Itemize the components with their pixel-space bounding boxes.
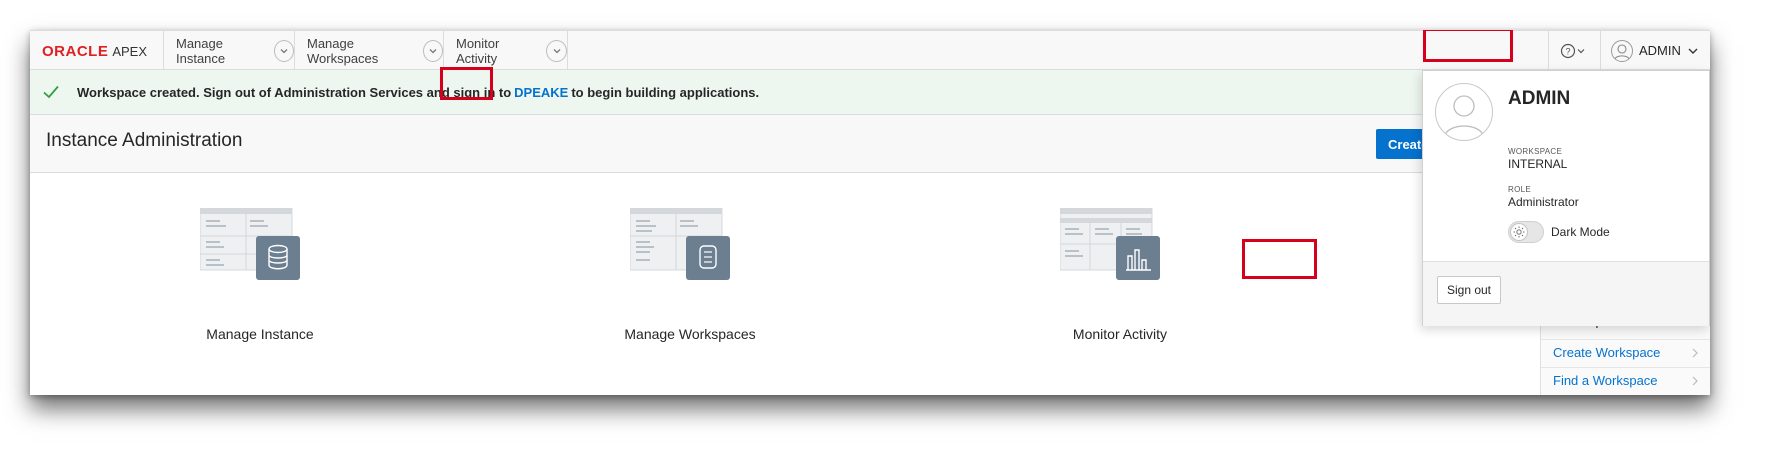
user-avatar-icon xyxy=(1611,39,1633,62)
help-menu-button[interactable]: ? xyxy=(1548,31,1600,70)
nav-item-label: Manage Instance xyxy=(176,35,226,66)
chevron-right-icon xyxy=(1692,348,1698,358)
user-menu-popup: ADMIN WORKSPACE INTERNAL ROLE Administra… xyxy=(1422,70,1710,326)
alert-text-after: to begin building applications. xyxy=(571,85,760,100)
divider xyxy=(1541,367,1710,368)
app-window: ORACLE APEX Manage Instance Manage Works… xyxy=(30,30,1710,395)
alert-message: Workspace created. Sign out of Administr… xyxy=(77,85,759,100)
highlight-sign-out xyxy=(1242,239,1317,279)
card-manage-instance[interactable]: Manage Instance xyxy=(140,208,380,348)
dark-mode-label: Dark Mode xyxy=(1551,225,1610,239)
page-title: Instance Administration xyxy=(46,130,243,151)
card-monitor-activity[interactable]: Monitor Activity xyxy=(1000,208,1240,348)
chevron-right-icon xyxy=(1692,376,1698,386)
top-nav-bar: ORACLE APEX Manage Instance Manage Works… xyxy=(30,30,1710,70)
sun-icon xyxy=(1510,223,1528,241)
workspace-label: WORKSPACE xyxy=(1508,147,1563,156)
workspace-value: INTERNAL xyxy=(1508,157,1568,171)
sign-out-button[interactable]: Sign out xyxy=(1437,276,1501,304)
card-label: Manage Instance xyxy=(206,326,314,342)
nav-monitor-activity[interactable]: Monitor Activity xyxy=(443,31,568,70)
user-avatar-icon xyxy=(1435,83,1493,141)
nav-item-label: Manage Workspaces xyxy=(307,35,379,66)
checkmark-icon xyxy=(43,85,59,99)
create-workspace-link[interactable]: Create Workspace xyxy=(1553,345,1660,360)
dark-mode-toggle[interactable] xyxy=(1508,221,1544,243)
logo-brand: ORACLE xyxy=(42,42,109,60)
chevron-down-icon[interactable] xyxy=(546,39,567,62)
nav-manage-instance[interactable]: Manage Instance xyxy=(163,31,294,70)
oracle-apex-logo[interactable]: ORACLE APEX xyxy=(42,42,147,60)
chevron-down-icon[interactable] xyxy=(273,39,294,62)
database-icon xyxy=(630,208,730,280)
card-label: Monitor Activity xyxy=(1072,326,1168,342)
nav-item-label: Monitor Activity xyxy=(456,35,500,66)
card-manage-workspaces[interactable]: Manage Workspaces xyxy=(570,208,810,348)
chevron-down-icon[interactable] xyxy=(423,39,443,62)
chevron-down-icon xyxy=(1688,48,1698,54)
svg-text:?: ? xyxy=(1565,46,1570,56)
nav-manage-workspaces[interactable]: Manage Workspaces xyxy=(294,31,443,70)
help-icon: ? xyxy=(1560,43,1584,58)
role-label: ROLE xyxy=(1508,185,1531,194)
bar-chart-icon xyxy=(1060,208,1160,280)
logo-product: APEX xyxy=(112,43,148,59)
find-workspace-link[interactable]: Find a Workspace xyxy=(1553,373,1658,388)
user-menu-footer: Sign out xyxy=(1423,261,1709,326)
user-menu-button[interactable]: ADMIN xyxy=(1600,31,1710,70)
divider xyxy=(1541,339,1710,340)
workspace-tasks-region: Workspace Tasks Create Workspace Find a … xyxy=(1540,312,1710,395)
workspace-link[interactable]: DPEAKE xyxy=(514,85,568,100)
card-label: Manage Workspaces xyxy=(624,326,756,342)
user-name: ADMIN xyxy=(1508,88,1571,109)
user-menu-label: ADMIN xyxy=(1639,43,1681,58)
role-value: Administrator xyxy=(1508,195,1579,209)
alert-text-before: Workspace created. Sign out of Administr… xyxy=(77,85,512,100)
database-icon xyxy=(200,208,300,280)
